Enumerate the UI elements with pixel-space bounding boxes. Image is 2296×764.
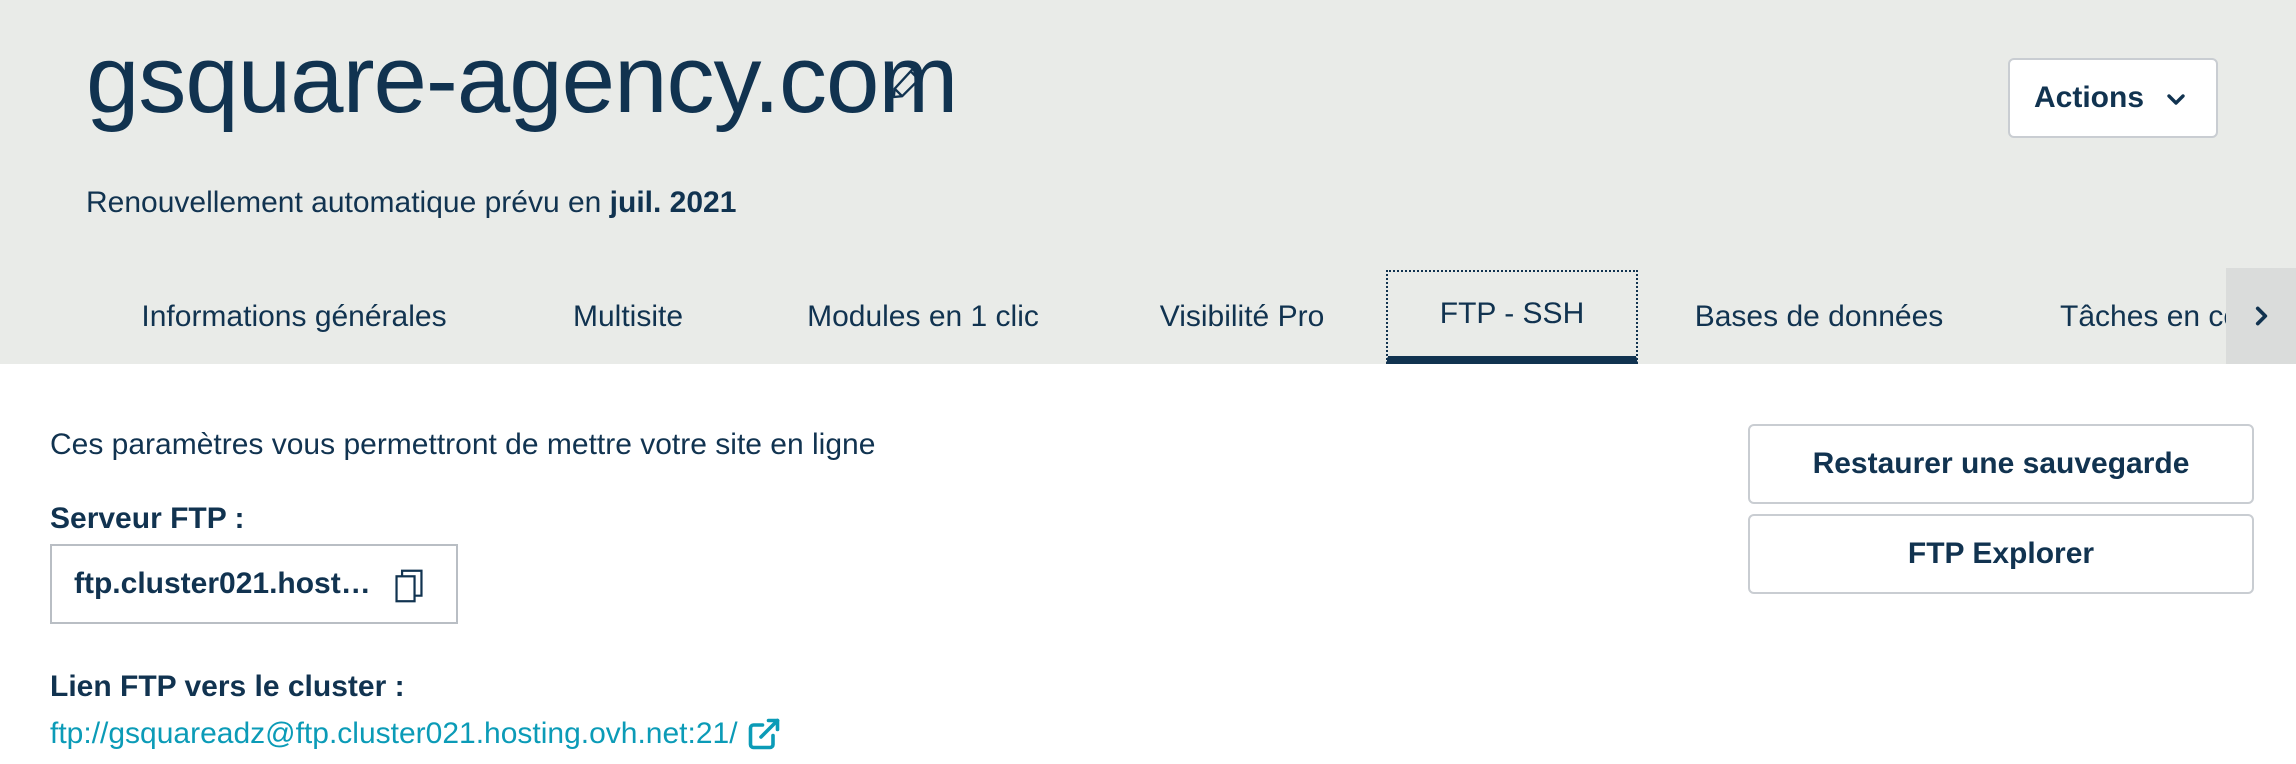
tab-bases-de-donnees[interactable]: Bases de données [1664,270,1974,364]
copy-icon[interactable] [392,568,426,604]
tab-bar: Informations générales Multisite Modules… [0,270,2226,364]
ftp-server-field[interactable]: ftp.cluster021.hosting.ovh.net [50,544,458,624]
renewal-prefix: Renouvellement automatique prévu en [86,186,610,219]
tab-ftp-ssh[interactable]: FTP - SSH [1386,270,1638,364]
ftp-explorer-button[interactable]: FTP Explorer [1748,514,2254,594]
ftp-server-label: Serveur FTP : [50,502,245,535]
pencil-icon[interactable] [888,62,928,102]
renewal-date: juil. 2021 [609,186,737,219]
intro-text: Ces paramètres vous permettront de mettr… [50,428,876,461]
restore-backup-button[interactable]: Restaurer une sauvegarde [1748,424,2254,504]
cluster-link-label: Lien FTP vers le cluster : [50,670,405,703]
tabs-scroll-next-button[interactable] [2226,268,2296,364]
cluster-ftp-link-text: ftp://gsquareadz@ftp.cluster021.hosting.… [50,717,738,750]
renewal-info: Renouvellement automatique prévu en juil… [86,186,736,220]
tab-taches-en-cours[interactable]: Tâches en cours [2024,270,2226,364]
tab-visibilite-pro[interactable]: Visibilité Pro [1124,270,1360,364]
page-title: gsquare-agency.com [86,26,958,133]
chevron-right-icon [2255,306,2268,326]
page-header: gsquare-agency.com Actions Renouvellemen… [0,0,2296,364]
actions-label: Actions [2034,81,2145,114]
chevron-down-icon [2164,87,2188,111]
tab-informations-generales[interactable]: Informations générales [84,270,504,364]
tab-multisite[interactable]: Multisite [522,270,734,364]
cluster-ftp-link[interactable]: ftp://gsquareadz@ftp.cluster021.hosting.… [50,716,782,752]
ftp-server-value: ftp.cluster021.hosting.ovh.net [74,567,374,600]
tab-modules-1-clic[interactable]: Modules en 1 clic [768,270,1078,364]
actions-button[interactable]: Actions [2008,58,2218,138]
external-link-icon [746,716,782,752]
